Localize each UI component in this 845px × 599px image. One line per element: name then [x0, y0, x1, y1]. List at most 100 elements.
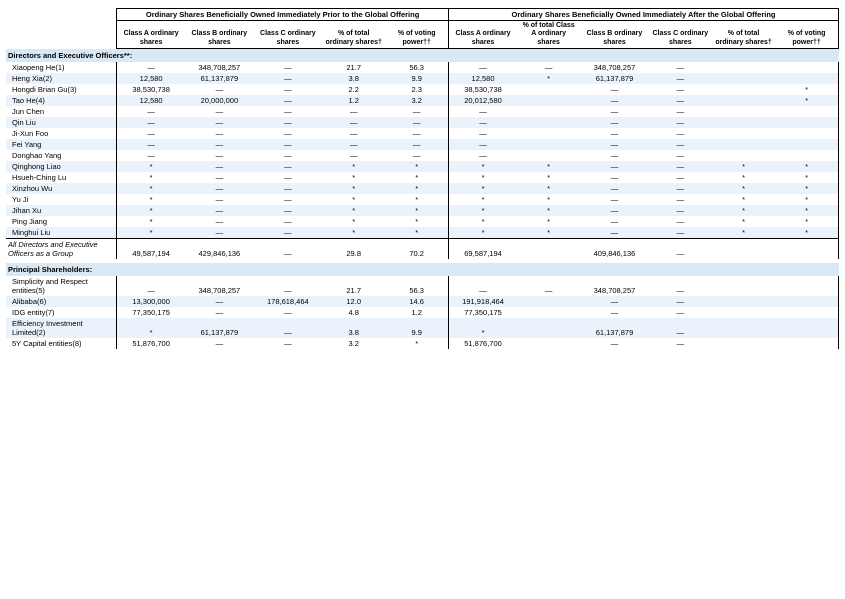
table-cell: * — [449, 183, 517, 194]
header-right-group: Ordinary Shares Beneficially Owned Immed… — [449, 9, 839, 21]
table-cell: — — [254, 338, 322, 349]
table-cell: * — [117, 161, 185, 172]
table-cell: — — [254, 150, 322, 161]
table-cell: — — [254, 62, 322, 73]
table-cell: 12,580 — [449, 73, 517, 84]
total-cell: 70.2 — [385, 239, 448, 260]
table-cell: — — [580, 183, 648, 194]
table-cell: — — [185, 150, 253, 161]
table-cell: 348,708,257 — [185, 62, 253, 73]
table-cell: 21.7 — [322, 276, 385, 296]
row-name: Efficiency Investment Limited(2) — [6, 318, 117, 338]
table-cell: * — [712, 205, 775, 216]
table-cell: * — [385, 194, 448, 205]
table-cell: — — [322, 139, 385, 150]
table-cell: 348,708,257 — [580, 62, 648, 73]
total-cell: — — [254, 239, 322, 260]
table-cell: — — [254, 172, 322, 183]
col-class-c-before: Class C ordinary shares — [254, 21, 322, 49]
table-cell: — — [649, 139, 712, 150]
table-cell: 61,137,879 — [185, 318, 253, 338]
col-pct-class-a-after: % of total Class A ordinary shares — [517, 21, 580, 49]
table-cell: 56.3 — [385, 62, 448, 73]
table-cell: * — [775, 194, 838, 205]
table-cell: — — [254, 307, 322, 318]
table-cell: — — [185, 338, 253, 349]
table-cell: * — [385, 227, 448, 239]
table-cell: — — [580, 150, 648, 161]
table-cell: — — [185, 128, 253, 139]
col-class-b-after: Class B ordinary shares — [580, 21, 648, 49]
table-cell: — — [254, 276, 322, 296]
table-cell: — — [322, 128, 385, 139]
table-cell: — — [649, 216, 712, 227]
table-cell: — — [185, 172, 253, 183]
total-cell: 429,846,136 — [185, 239, 253, 260]
row-name: Xiaopeng He(1) — [6, 62, 117, 73]
row-name: Minghui Liu — [6, 227, 117, 239]
table-cell: — — [649, 84, 712, 95]
table-cell: — — [649, 172, 712, 183]
table-cell: — — [649, 117, 712, 128]
table-cell: — — [517, 62, 580, 73]
table-cell — [712, 62, 775, 73]
table-cell: — — [649, 227, 712, 239]
table-cell: — — [449, 106, 517, 117]
table-cell: * — [517, 183, 580, 194]
table-cell: * — [517, 227, 580, 239]
table-cell: 38,530,738 — [449, 84, 517, 95]
table-cell: — — [254, 73, 322, 84]
table-cell: * — [385, 338, 448, 349]
table-cell — [517, 106, 580, 117]
table-cell — [712, 296, 775, 307]
table-cell: — — [254, 216, 322, 227]
table-cell: — — [649, 205, 712, 216]
table-cell: * — [712, 183, 775, 194]
table-cell: — — [254, 106, 322, 117]
total-cell — [517, 239, 580, 260]
table-cell: * — [775, 216, 838, 227]
table-cell — [775, 128, 838, 139]
table-cell: — — [580, 205, 648, 216]
table-cell — [712, 139, 775, 150]
table-cell: — — [580, 227, 648, 239]
table-cell: — — [580, 84, 648, 95]
header-name-empty — [6, 9, 117, 21]
table-cell: 2.3 — [385, 84, 448, 95]
table-cell — [712, 128, 775, 139]
total-row-label: All Directors and ExecutiveOfficers as a… — [6, 239, 117, 260]
table-cell: — — [580, 307, 648, 318]
row-name: Simplicity and Respect entities(5) — [6, 276, 117, 296]
table-cell: — — [185, 84, 253, 95]
table-cell: — — [322, 106, 385, 117]
table-cell: — — [649, 307, 712, 318]
table-cell: * — [449, 216, 517, 227]
table-cell: — — [185, 139, 253, 150]
table-cell: * — [517, 73, 580, 84]
table-cell: * — [712, 227, 775, 239]
row-name: Ji-Xun Foo — [6, 128, 117, 139]
table-cell: — — [185, 205, 253, 216]
table-cell: — — [580, 117, 648, 128]
table-cell: * — [117, 183, 185, 194]
table-cell: — — [322, 150, 385, 161]
row-name: Qinghong Liao — [6, 161, 117, 172]
table-cell: 12,580 — [117, 95, 185, 106]
row-name: Qin Liu — [6, 117, 117, 128]
table-cell: — — [449, 276, 517, 296]
table-cell — [517, 128, 580, 139]
table-cell: — — [185, 194, 253, 205]
table-cell: 77,350,175 — [449, 307, 517, 318]
table-cell: — — [385, 150, 448, 161]
table-cell: — — [649, 95, 712, 106]
table-cell: * — [449, 172, 517, 183]
table-cell: — — [580, 194, 648, 205]
table-cell: * — [322, 216, 385, 227]
table-cell — [517, 139, 580, 150]
table-cell: — — [449, 139, 517, 150]
table-cell: * — [517, 172, 580, 183]
table-cell: — — [649, 73, 712, 84]
table-cell: 12.0 — [322, 296, 385, 307]
table-cell — [712, 84, 775, 95]
table-cell — [712, 95, 775, 106]
